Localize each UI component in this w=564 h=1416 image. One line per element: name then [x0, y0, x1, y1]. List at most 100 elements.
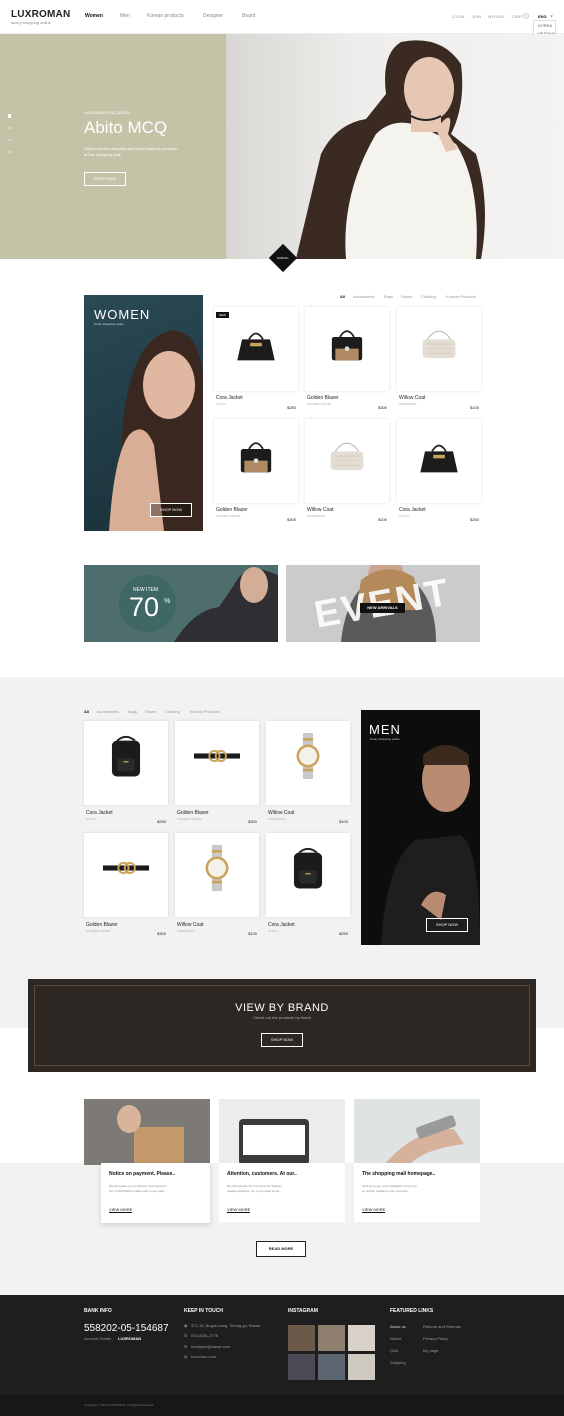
instagram-thumb[interactable]	[348, 1325, 375, 1351]
view-more-link[interactable]: VIEW MORE	[227, 1207, 251, 1213]
instagram-thumb[interactable]	[318, 1325, 345, 1351]
product-name[interactable]: Golden Blazer	[307, 395, 339, 401]
women-shop-now-button[interactable]: SHOP NOW	[150, 503, 192, 517]
link-privacy-policy[interactable]: Privacy Policy	[423, 1336, 448, 1341]
product-name[interactable]: Willow Coat	[399, 395, 425, 401]
tab-bags[interactable]: Bags	[384, 294, 393, 299]
pager-item[interactable]: 02	[8, 126, 14, 130]
product-image	[326, 435, 368, 477]
tab-accessories[interactable]: Accessories	[353, 294, 375, 299]
product-card[interactable]	[266, 833, 350, 917]
mypage-link[interactable]: MYPAGE	[488, 14, 505, 19]
hero-shop-now-button[interactable]: SHOP NOW	[84, 172, 126, 186]
read-more-button[interactable]: READ MORE	[256, 1241, 306, 1257]
hero-eyebrow: ALEXANDER MCQUEEN	[84, 110, 130, 115]
notice-title: Notice on payment. Please..	[109, 1171, 176, 1177]
nav-korean-products[interactable]: Korean products	[147, 13, 184, 19]
tab-korean-products[interactable]: Korean Products	[190, 709, 220, 714]
instagram-thumb[interactable]	[288, 1354, 315, 1380]
copyright: Copyright © 2019 LUXROMAN. All Rights Re…	[84, 1403, 154, 1407]
pager-active-dot[interactable]	[8, 114, 11, 118]
link-notice[interactable]: Notice	[390, 1336, 401, 1341]
cart-count-badge: 0	[523, 13, 529, 19]
tab-korean-products[interactable]: Korean Products	[446, 294, 476, 299]
link-qna[interactable]: Q&A	[390, 1348, 398, 1353]
brand-banner: VIEW BY BRAND Check out the products by …	[28, 979, 536, 1072]
product-image	[326, 323, 368, 365]
product-name[interactable]: Cora Jacket	[216, 395, 243, 401]
contact-website[interactable]: luxroman.com	[191, 1354, 216, 1359]
nav-women[interactable]: Women	[85, 13, 103, 19]
promo-percent-value: 70	[129, 592, 160, 622]
product-card[interactable]	[175, 833, 259, 917]
lang-option-korea[interactable]: KOREA	[534, 21, 555, 28]
pager-item[interactable]: 04	[8, 150, 14, 154]
tab-shoes[interactable]: Shoes	[401, 294, 412, 299]
tab-clothing[interactable]: Clothing	[421, 294, 436, 299]
notice-card[interactable]: Attention, customers. At our.. We will op…	[219, 1163, 345, 1222]
link-my-page[interactable]: My page	[423, 1348, 438, 1353]
contact-phone[interactable]: 070-8281-3776	[191, 1333, 218, 1338]
product-name[interactable]: Willow Coat	[307, 507, 333, 513]
notice-card[interactable]: The shopping mall homepage.. We'll try to…	[354, 1163, 480, 1222]
notice-image[interactable]	[354, 1099, 480, 1165]
product-card[interactable]	[214, 419, 298, 503]
notice-image[interactable]	[219, 1099, 345, 1165]
nav-men[interactable]: Men	[120, 13, 130, 19]
scroll-label: SCROLL	[277, 256, 290, 260]
brand-shop-now-button[interactable]: SHOP NOW	[261, 1033, 303, 1047]
notice-image[interactable]	[84, 1099, 210, 1165]
men-shop-now-button[interactable]: SHOP NOW	[426, 918, 468, 932]
product-name[interactable]: Willow Coat	[268, 810, 294, 816]
login-link[interactable]: LOGIN	[452, 14, 464, 19]
tab-shoes[interactable]: Shoes	[145, 709, 156, 714]
nav-designer[interactable]: Designer	[203, 13, 223, 19]
product-brand: SAMSONITE	[307, 514, 325, 518]
product-card[interactable]	[397, 419, 481, 503]
view-more-link[interactable]: VIEW MORE	[362, 1207, 386, 1213]
women-model-photo	[109, 330, 203, 531]
view-more-link[interactable]: VIEW MORE	[109, 1207, 133, 1213]
instagram-thumb[interactable]	[348, 1354, 375, 1380]
link-returns-refunds[interactable]: Returns and Refunds	[423, 1324, 461, 1329]
tab-all[interactable]: All	[340, 294, 345, 299]
notice-card[interactable]: Notice on payment. Please.. We will guide…	[101, 1163, 210, 1223]
product-name[interactable]: Cora Jacket	[399, 507, 426, 513]
product-card[interactable]	[175, 721, 259, 805]
product-price: $100	[470, 405, 479, 410]
product-card[interactable]	[84, 721, 168, 805]
join-link[interactable]: JOIN	[472, 14, 481, 19]
tab-all[interactable]: All	[84, 709, 89, 714]
product-image	[418, 435, 460, 477]
cart-link[interactable]: CART	[512, 14, 523, 19]
tab-accessories[interactable]: Accessories	[97, 709, 119, 714]
promo-event-banner[interactable]: EVENT NEW ARRIVALS	[286, 565, 480, 642]
promo-new-item-banner[interactable]: NEW ITEM 70 %	[84, 565, 278, 642]
instagram-thumb[interactable]	[288, 1325, 315, 1351]
product-name[interactable]: Golden Blazer	[177, 810, 209, 816]
logo[interactable]: LUXROMAN luxury shopping online	[11, 9, 70, 25]
product-name[interactable]: Golden Blazer	[216, 507, 248, 513]
link-about-us[interactable]: About us	[390, 1324, 406, 1329]
product-card[interactable]	[305, 307, 389, 391]
product-price: $100	[339, 819, 348, 824]
language-select[interactable]: ENG	[538, 14, 547, 19]
tab-clothing[interactable]: Clothing	[165, 709, 180, 714]
notice-body-line2: Our LUXROMAN makes sure to pay cash...	[109, 1189, 167, 1193]
pager-item[interactable]: 03	[8, 138, 14, 142]
instagram-thumb[interactable]	[318, 1354, 345, 1380]
product-card[interactable]: NEW	[214, 307, 298, 391]
product-name[interactable]: Willow Coat	[177, 922, 203, 928]
bank-info-title: BANK INFO	[84, 1308, 112, 1314]
product-name[interactable]: Cora Jacket	[268, 922, 295, 928]
contact-email[interactable]: hoodepta@naver.com	[191, 1344, 230, 1349]
link-shipping[interactable]: Shipping	[390, 1360, 406, 1365]
product-name[interactable]: Cora Jacket	[86, 810, 113, 816]
product-card[interactable]	[305, 419, 389, 503]
nav-board[interactable]: Board	[242, 13, 255, 19]
product-card[interactable]	[397, 307, 481, 391]
product-card[interactable]	[84, 833, 168, 917]
product-name[interactable]: Golden Blazer	[86, 922, 118, 928]
product-card[interactable]	[266, 721, 350, 805]
tab-bags[interactable]: Bags	[128, 709, 137, 714]
